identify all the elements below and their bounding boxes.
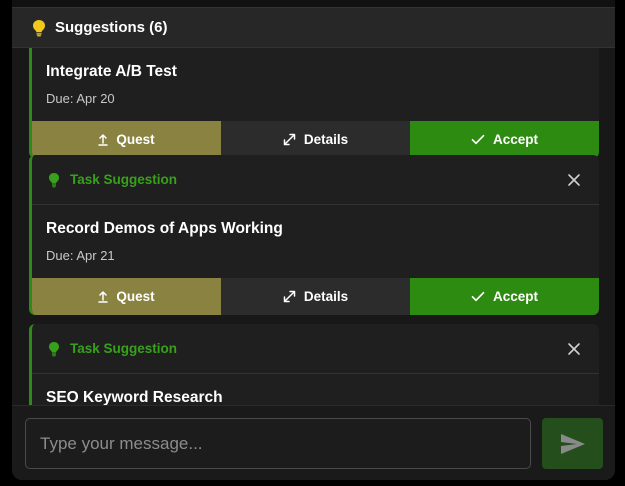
card-title: Record Demos of Apps Working bbox=[46, 220, 283, 237]
suggestions-header: Suggestions (6) bbox=[12, 7, 615, 48]
accept-label: Accept bbox=[492, 289, 538, 304]
quest-label: Quest bbox=[116, 132, 155, 147]
send-button[interactable] bbox=[542, 418, 603, 469]
details-button[interactable]: Details bbox=[221, 121, 410, 158]
card-body: SEO Keyword Research bbox=[32, 374, 599, 405]
message-composer bbox=[12, 405, 615, 480]
check-icon bbox=[471, 291, 485, 302]
card-header: Task Suggestion bbox=[32, 324, 599, 374]
details-label: Details bbox=[303, 289, 349, 304]
send-icon bbox=[560, 433, 586, 455]
card-title: SEO Keyword Research bbox=[46, 389, 223, 405]
suggestion-card: Task Suggestion Integrate A/B Test Due: … bbox=[29, 48, 599, 158]
accept-label: Accept bbox=[492, 132, 538, 147]
card-title: Integrate A/B Test bbox=[46, 63, 177, 80]
arrow-up-icon bbox=[98, 290, 109, 303]
panel-top-edge bbox=[12, 0, 615, 7]
close-icon[interactable] bbox=[567, 342, 581, 356]
lightbulb-icon bbox=[32, 19, 46, 37]
suggestions-title: Suggestions (6) bbox=[55, 19, 168, 36]
expand-icon bbox=[283, 133, 296, 146]
quest-button[interactable]: Quest bbox=[32, 121, 221, 158]
card-header: Task Suggestion bbox=[32, 155, 599, 205]
quest-label: Quest bbox=[116, 289, 155, 304]
check-icon bbox=[471, 134, 485, 145]
suggestion-card: Task Suggestion SEO Keyword Research bbox=[29, 324, 599, 405]
accept-button[interactable]: Accept bbox=[410, 121, 599, 158]
quest-button[interactable]: Quest bbox=[32, 278, 221, 315]
suggestion-card: Task Suggestion Record Demos of Apps Wor… bbox=[29, 155, 599, 315]
arrow-up-icon bbox=[98, 133, 109, 146]
close-icon[interactable] bbox=[567, 173, 581, 187]
expand-icon bbox=[283, 290, 296, 303]
card-actions: Quest Details Accept bbox=[32, 121, 599, 158]
card-type-label: Task Suggestion bbox=[70, 341, 178, 356]
details-label: Details bbox=[303, 132, 349, 147]
card-body: Integrate A/B Test Due: Apr 20 bbox=[32, 48, 599, 121]
details-button[interactable]: Details bbox=[221, 278, 410, 315]
card-actions: Quest Details Accept bbox=[32, 278, 599, 315]
card-body: Record Demos of Apps Working Due: Apr 21 bbox=[32, 205, 599, 278]
card-due-date: Due: Apr 21 bbox=[46, 248, 115, 263]
card-type-label: Task Suggestion bbox=[70, 172, 178, 187]
lightbulb-icon bbox=[48, 341, 60, 357]
suggestions-panel: Suggestions (6) Task Suggestion Integrat… bbox=[12, 0, 615, 480]
lightbulb-icon bbox=[48, 172, 60, 188]
accept-button[interactable]: Accept bbox=[410, 278, 599, 315]
card-due-date: Due: Apr 20 bbox=[46, 91, 115, 106]
message-input[interactable] bbox=[25, 418, 531, 469]
suggestions-list[interactable]: Task Suggestion Integrate A/B Test Due: … bbox=[12, 48, 615, 405]
